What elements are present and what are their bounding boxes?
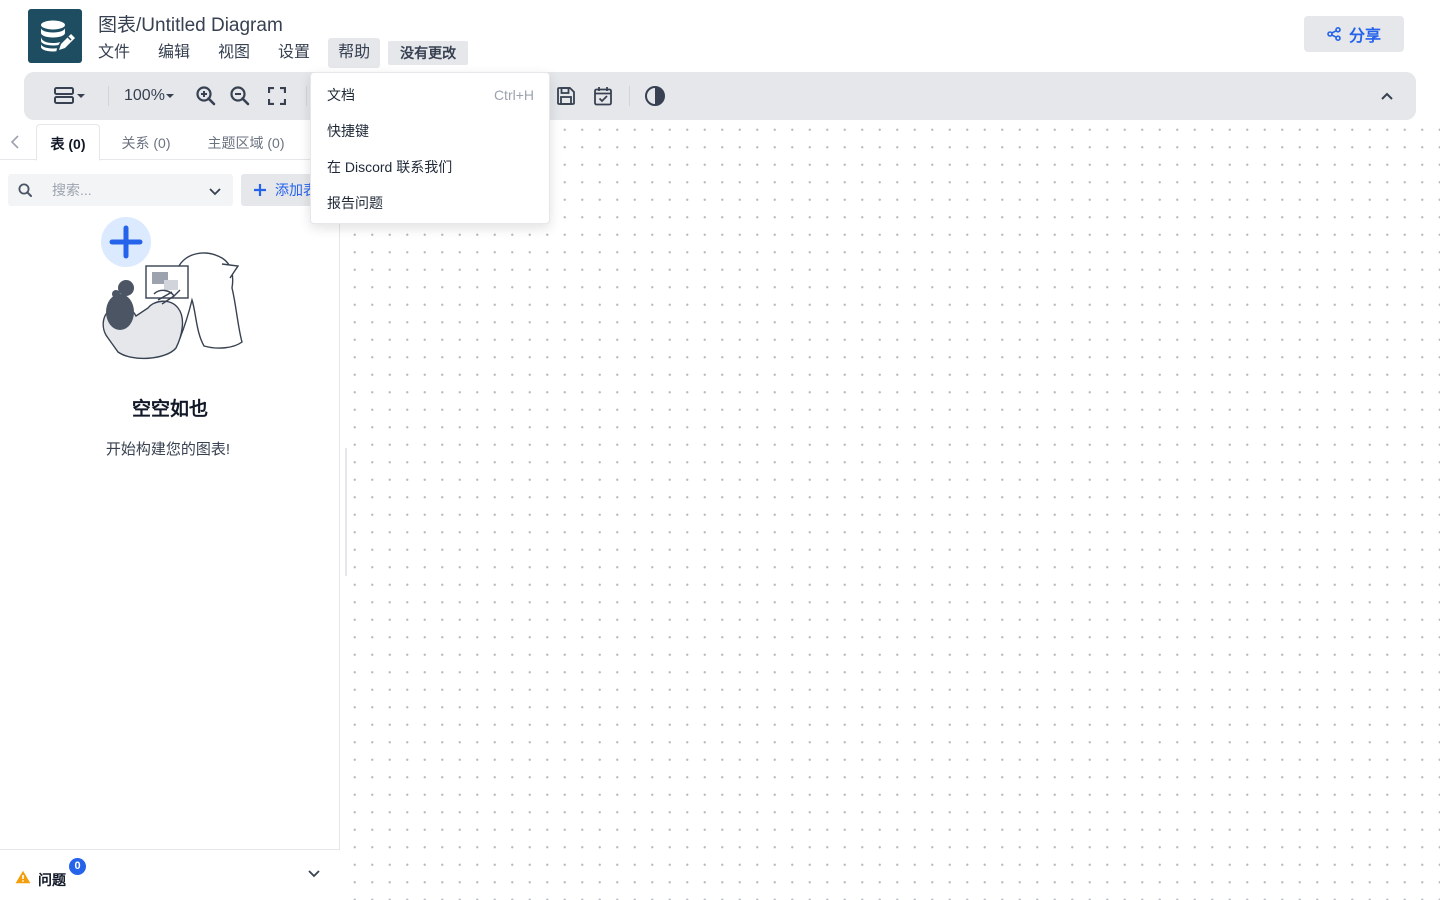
empty-state-illustration [101,217,243,360]
issues-label: 问题 [38,872,66,888]
menu-item-discord[interactable]: 在 Discord 联系我们 [311,149,549,185]
plus-icon [254,184,266,196]
database-logo-icon [41,20,75,52]
menu-view[interactable]: 视图 [208,38,260,68]
menu-item-docs-shortcut: Ctrl+H [493,87,534,103]
sidebar-tabs: 表 (0) 关系 (0) 主题区域 (0) [0,124,340,161]
theme-toggle-button[interactable] [644,84,666,108]
calendar-check-icon [594,87,612,106]
tab-tables[interactable]: 表 (0) [36,124,100,161]
fullscreen-button[interactable] [268,84,286,108]
save-button[interactable] [556,84,576,108]
app-header: 图表/Untitled Diagram 文件 编辑 视图 设置 帮助 没有更改 … [0,0,1440,72]
chevron-down-icon [77,94,85,98]
issues-panel-toggle[interactable]: 问题 0 [0,849,340,900]
empty-state-title: 空空如也 [131,399,208,420]
menu-edit[interactable]: 编辑 [148,38,200,68]
menu-item-docs[interactable]: 文档 Ctrl+H [311,77,549,113]
toolbar: 100% [24,72,1416,120]
layout-dropdown[interactable] [54,84,86,108]
search-dropdown-toggle[interactable] [208,184,222,202]
zoom-in-button[interactable] [196,84,216,108]
search-input[interactable] [52,180,202,200]
share-button[interactable]: 分享 [1304,16,1404,52]
zoom-value: 100% [124,87,165,104]
diagram-canvas[interactable] [340,120,1440,900]
zoom-out-button[interactable] [230,84,250,108]
chevron-down-icon [308,870,320,878]
share-label: 分享 [1348,28,1381,45]
menu-settings[interactable]: 设置 [268,38,320,68]
chevron-down-icon [209,188,221,196]
chevron-up-icon [1381,92,1393,100]
app-logo[interactable] [28,9,82,63]
fullscreen-icon [268,87,286,105]
search-box [8,174,233,206]
chevron-left-icon [10,135,19,149]
menu-bar: 文件 编辑 视图 设置 帮助 没有更改 [88,38,469,68]
collapse-toolbar-button[interactable] [1380,84,1394,108]
sidebar: 表 (0) 关系 (0) 主题区域 (0) 添加表 空空如也 开始构建您的图表! [0,120,340,900]
toolbar-divider [108,86,109,106]
share-icon [1327,27,1341,41]
theme-toggle-icon [645,86,665,106]
menu-item-docs-label: 文档 [327,87,355,103]
tab-subject-areas[interactable]: 主题区域 (0) [196,124,296,160]
commit-button[interactable] [593,84,613,108]
zoom-in-icon [196,86,216,106]
menu-help[interactable]: 帮助 [328,38,381,68]
menu-item-shortcuts[interactable]: 快捷键 [311,113,549,149]
collapse-sidebar-button[interactable] [8,134,22,155]
toolbar-divider [629,86,630,106]
empty-state-subtitle: 开始构建您的图表! [105,441,231,458]
chevron-down-icon [165,94,174,98]
menu-file[interactable]: 文件 [88,38,140,68]
menu-item-report-issue[interactable]: 报告问题 [311,185,549,221]
save-status-badge: 没有更改 [388,41,469,65]
diagram-title[interactable]: 图表/Untitled Diagram [98,10,283,37]
help-dropdown-menu: 文档 Ctrl+H 快捷键 在 Discord 联系我们 报告问题 [310,72,550,224]
tab-relationships[interactable]: 关系 (0) [108,124,184,160]
layout-icon [54,87,74,104]
save-icon [557,87,575,105]
issues-count-badge: 0 [69,858,86,875]
search-icon [18,183,32,197]
sidebar-resize-handle[interactable] [345,448,347,576]
zoom-out-icon [230,86,250,106]
toolbar-divider [306,86,307,106]
warning-icon [15,870,31,884]
zoom-dropdown[interactable]: 100% [124,84,175,108]
